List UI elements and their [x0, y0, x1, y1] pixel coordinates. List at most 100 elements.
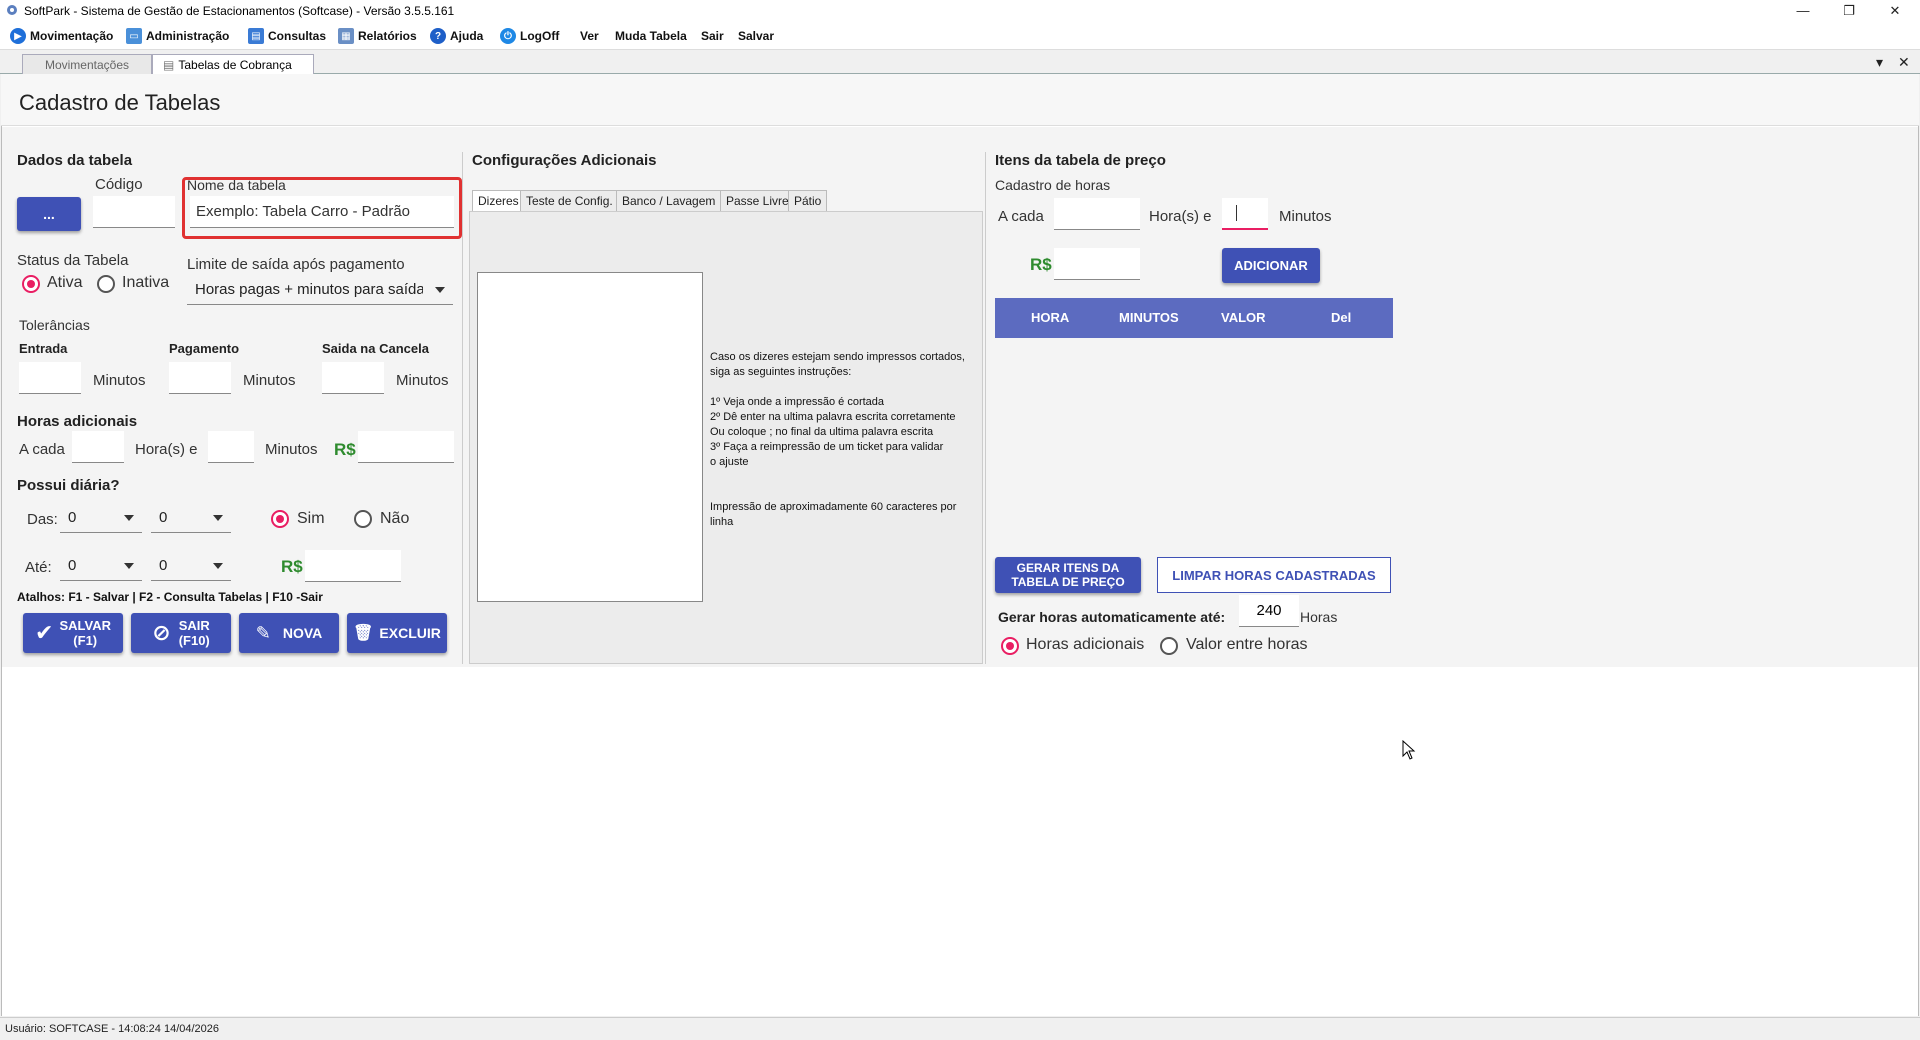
ic-rs-label: R$ [1030, 255, 1052, 274]
title-bar: SoftPark - Sistema de Gestão de Estacion… [0, 0, 1920, 22]
gerar-auto-label: Gerar horas automaticamente até: [998, 609, 1226, 625]
ic-a-cada-label: A cada [998, 208, 1044, 225]
status-inativa-radio[interactable] [97, 275, 115, 293]
valor-entre-horas-radio[interactable] [1160, 637, 1178, 655]
nome-tabela-input[interactable] [190, 196, 454, 228]
cancel-circle-icon: ⊘ [152, 620, 171, 645]
tol-cancela-input[interactable] [322, 362, 384, 394]
diaria-valor-input[interactable] [305, 550, 401, 582]
ha-horas-e-label: Hora(s) e [135, 441, 198, 458]
menu-sair[interactable]: Sair [701, 27, 724, 45]
ha-horas-input[interactable] [72, 431, 124, 463]
instr-line: Impressão de aproximadamente 60 caracter… [710, 501, 957, 513]
section-itens-tabela-preco: Itens da tabela de preço [995, 152, 1166, 169]
menu-label: Ver [580, 29, 599, 43]
tol-entrada-minutos: Minutos [93, 372, 146, 389]
status-ativa-label: Ativa [47, 274, 83, 291]
column-separator [462, 152, 463, 664]
instr-line: siga as seguintes instruções: [710, 366, 852, 378]
ate-hora-select[interactable]: 0 [60, 551, 142, 581]
menu-administracao[interactable]: ▭ Administração [126, 27, 229, 45]
tab-teste-config[interactable]: Teste de Config. [520, 190, 619, 211]
adicionar-button[interactable]: ADICIONAR [1222, 248, 1320, 283]
menu-ajuda[interactable]: ? Ajuda [430, 27, 483, 45]
itens-table-header: HORA MINUTOS VALOR Del [995, 298, 1393, 338]
tab-banco-lavagem[interactable]: Banco / Lavagem [616, 190, 722, 211]
limite-saida-value: Horas pagas + minutos para saída [195, 281, 423, 298]
tol-cancela-label: Saida na Cancela [322, 341, 429, 356]
menu-label: Ajuda [450, 29, 484, 43]
status-ativa-radio[interactable] [22, 275, 40, 293]
tab-list-dropdown-icon[interactable]: ▾ [1876, 54, 1883, 71]
nova-button[interactable]: ✎ NOVA [239, 613, 339, 653]
limpar-horas-button[interactable]: LIMPAR HORAS CADASTRADAS [1157, 557, 1391, 593]
ate-minuto-select[interactable]: 0 [151, 551, 231, 581]
gerar-itens-button[interactable]: GERAR ITENS DA TABELA DE PREÇO [995, 557, 1141, 593]
status-bar: Usuário: SOFTCASE - 14:08:24 14/04/2026 [0, 1017, 1920, 1040]
nova-label: NOVA [282, 625, 323, 641]
tol-entrada-input[interactable] [19, 362, 81, 394]
limite-saida-select[interactable]: Horas pagas + minutos para saída [187, 275, 453, 305]
horas-adicionais-radio[interactable] [1001, 637, 1019, 655]
tab-passe-livre[interactable]: Passe Livre [720, 190, 795, 211]
ic-horas-input[interactable] [1054, 198, 1140, 230]
menu-ver[interactable]: Ver [580, 27, 599, 45]
sair-button[interactable]: ⊘ SAIR (F10) [131, 613, 231, 653]
ha-rs-label: R$ [334, 440, 356, 459]
diaria-sim-radio[interactable] [271, 510, 289, 528]
diaria-nao-label: Não [380, 510, 410, 527]
lookup-button[interactable]: ... [17, 197, 81, 231]
tab-movimentacoes[interactable]: Movimentações [22, 54, 152, 74]
valor-entre-horas-option-label: Valor entre horas [1186, 636, 1308, 653]
window-title: SoftPark - Sistema de Gestão de Estacion… [24, 4, 455, 18]
minimize-button[interactable]: — [1780, 0, 1826, 22]
possui-diaria-label: Possui diária? [17, 477, 120, 494]
status-inativa-label: Inativa [122, 274, 170, 291]
chevron-down-icon [213, 515, 223, 521]
horas-adicionais-option-label: Horas adicionais [1026, 636, 1145, 653]
tol-entrada-label: Entrada [19, 341, 68, 356]
menu-logoff[interactable]: ⏻ LogOff [500, 27, 559, 45]
ic-valor-input[interactable] [1054, 248, 1140, 280]
tol-pagamento-minutos: Minutos [243, 372, 296, 389]
restore-button[interactable]: ❐ [1826, 0, 1872, 22]
sair-label: SAIR (F10) [178, 618, 210, 648]
diaria-nao-radio[interactable] [354, 510, 372, 528]
itens-table-body [995, 338, 1393, 556]
dizeres-textarea[interactable] [477, 272, 703, 602]
tab-tabelas-de-cobranca[interactable]: ▤ Tabelas de Cobrança [152, 54, 314, 74]
menu-label: Administração [146, 29, 230, 43]
col-valor: VALOR [1221, 310, 1266, 325]
col-minutos: MINUTOS [1119, 310, 1179, 325]
menu-movimentacao[interactable]: ▶ Movimentação [10, 27, 113, 45]
menu-relatorios[interactable]: ▦ Relatórios [338, 27, 417, 45]
close-tab-icon[interactable]: ✕ [1898, 54, 1910, 71]
salvar-button[interactable]: ✔ SALVAR (F1) [23, 613, 123, 653]
menu-salvar[interactable]: Salvar [738, 27, 774, 45]
instr-line: 2º Dê enter na ultima palavra escrita co… [710, 411, 956, 423]
codigo-input[interactable] [93, 196, 175, 228]
menu-consultas[interactable]: ▤ Consultas [248, 27, 326, 45]
edit-icon: ✎ [255, 622, 271, 643]
close-button[interactable]: ✕ [1872, 0, 1918, 22]
das-minuto-select[interactable]: 0 [151, 503, 231, 533]
chevron-down-icon [435, 287, 445, 293]
mouse-pointer-icon [1402, 740, 1416, 760]
tab-patio[interactable]: Pátio [788, 190, 828, 211]
ha-valor-input[interactable] [358, 431, 454, 463]
status-tabela-label: Status da Tabela [17, 252, 129, 269]
report-icon: ▦ [338, 28, 354, 44]
play-icon: ▶ [10, 28, 26, 44]
status-user-text: Usuário: SOFTCASE - 14:08:24 14/04/2026 [5, 1023, 220, 1035]
menu-muda-tabela[interactable]: Muda Tabela [615, 27, 687, 45]
ha-minutos-input[interactable] [208, 431, 254, 463]
das-hora-select[interactable]: 0 [60, 503, 142, 533]
ic-minutos-input[interactable] [1222, 198, 1268, 230]
menu-label: Relatórios [358, 29, 417, 43]
page-title: Cadastro de Tabelas [19, 90, 221, 115]
tol-pagamento-input[interactable] [169, 362, 231, 394]
tab-dizeres[interactable]: Dizeres [472, 190, 525, 211]
monitor-icon: ▭ [126, 28, 142, 44]
excluir-button[interactable]: 🗑 EXCLUIR [347, 613, 447, 653]
gerar-auto-input[interactable] [1239, 595, 1299, 627]
